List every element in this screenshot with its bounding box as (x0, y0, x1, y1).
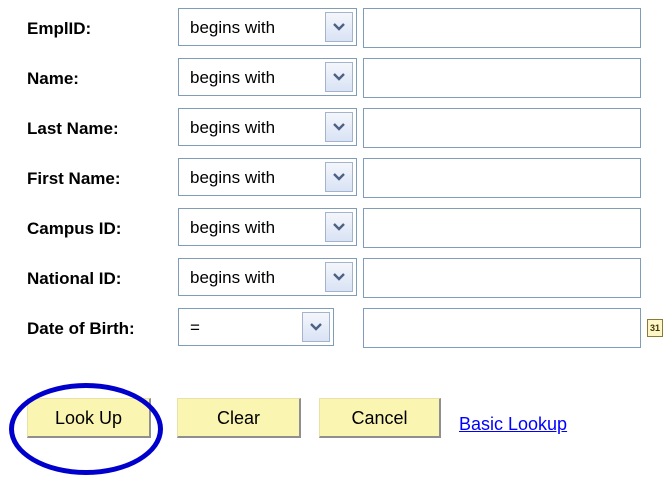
last-name-label: Last Name: (27, 119, 119, 138)
campus-id-operator-select[interactable]: begins with (178, 208, 357, 246)
name-input[interactable] (363, 58, 641, 98)
criteria-row-name: Name: begins with (0, 58, 668, 98)
name-operator-select[interactable]: begins with (178, 58, 357, 96)
criteria-row-campus-id: Campus ID: begins with (0, 208, 668, 248)
criteria-row-last-name: Last Name: begins with (0, 108, 668, 148)
chevron-down-icon[interactable] (325, 12, 353, 42)
date-of-birth-operator-select[interactable]: = (178, 308, 334, 346)
last-name-input[interactable] (363, 108, 641, 148)
national-id-operator-value: begins with (190, 268, 276, 287)
criteria-row-national-id: National ID: begins with (0, 258, 668, 298)
name-label: Name: (27, 69, 79, 88)
basic-lookup-link[interactable]: Basic Lookup (459, 414, 567, 434)
national-id-label: National ID: (27, 269, 122, 288)
name-operator-value: begins with (190, 68, 276, 87)
date-of-birth-operator-value: = (190, 318, 200, 337)
emplid-operator-value: begins with (190, 18, 276, 37)
first-name-label: First Name: (27, 169, 121, 188)
criteria-row-emplid: EmplID: begins with (0, 8, 668, 48)
look-up-button[interactable]: Look Up (27, 398, 151, 438)
emplid-label: EmplID: (27, 19, 92, 38)
chevron-down-icon[interactable] (325, 112, 353, 142)
chevron-down-icon[interactable] (325, 212, 353, 242)
emplid-operator-select[interactable]: begins with (178, 8, 357, 46)
last-name-operator-value: begins with (190, 118, 276, 137)
chevron-down-icon[interactable] (302, 312, 330, 342)
campus-id-input[interactable] (363, 208, 641, 248)
chevron-down-icon[interactable] (325, 162, 353, 192)
criteria-row-date-of-birth: Date of Birth: = 31 (0, 308, 668, 348)
national-id-operator-select[interactable]: begins with (178, 258, 357, 296)
cancel-button[interactable]: Cancel (319, 398, 441, 438)
date-of-birth-label: Date of Birth: (27, 319, 135, 338)
first-name-input[interactable] (363, 158, 641, 198)
calendar-icon[interactable]: 31 (647, 319, 663, 337)
first-name-operator-select[interactable]: begins with (178, 158, 357, 196)
criteria-row-first-name: First Name: begins with (0, 158, 668, 198)
chevron-down-icon[interactable] (325, 262, 353, 292)
national-id-input[interactable] (363, 258, 641, 298)
first-name-operator-value: begins with (190, 168, 276, 187)
campus-id-label: Campus ID: (27, 219, 122, 238)
chevron-down-icon[interactable] (325, 62, 353, 92)
emplid-input[interactable] (363, 8, 641, 48)
campus-id-operator-value: begins with (190, 218, 276, 237)
date-of-birth-input[interactable] (363, 308, 641, 348)
clear-button[interactable]: Clear (177, 398, 301, 438)
last-name-operator-select[interactable]: begins with (178, 108, 357, 146)
